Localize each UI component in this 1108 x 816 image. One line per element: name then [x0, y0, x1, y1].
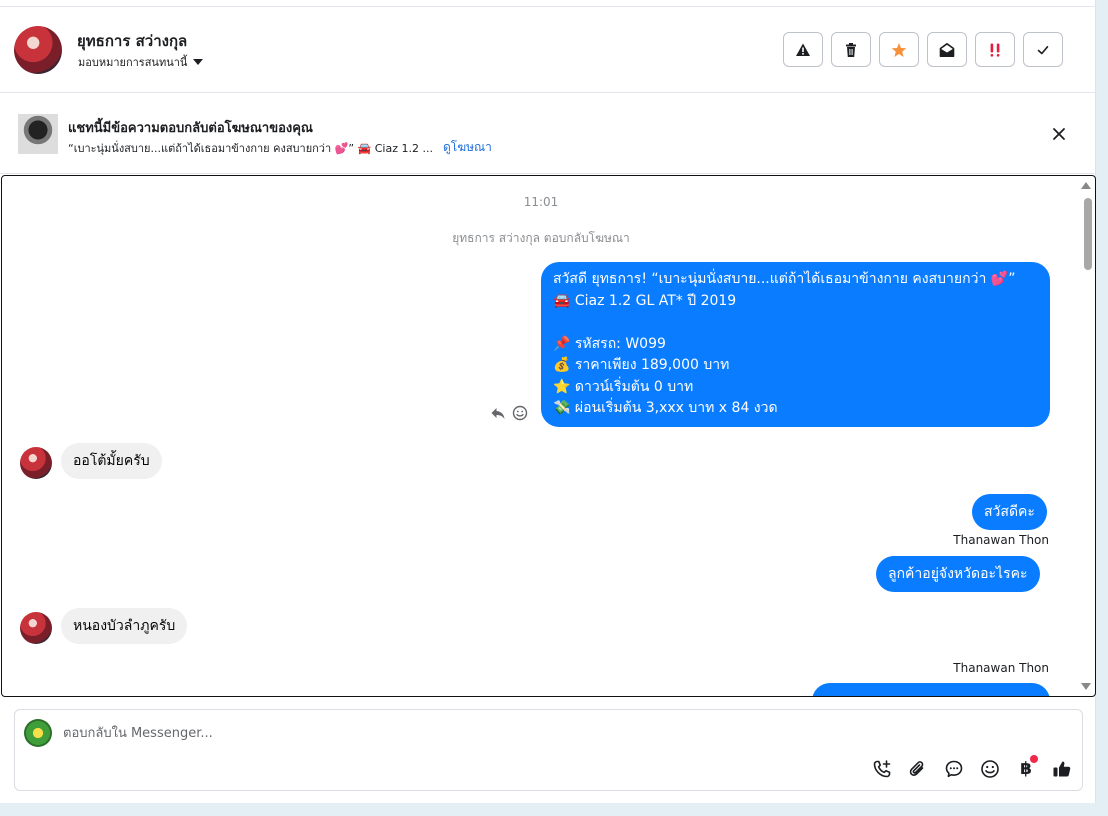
conversation-panel: ยุทธการ สว่างกุล มอบหมายการสนทนานี้ แชทน… — [0, 0, 1096, 803]
call-add-icon — [873, 760, 891, 778]
call-button[interactable] — [871, 758, 893, 780]
ad-banner-title: แชทนี้มีข้อความตอบกลับต่อโฆษณาของคุณ — [68, 121, 313, 136]
baht-payment-icon: ฿ — [1020, 759, 1032, 779]
attach-icon — [909, 761, 924, 776]
ad-banner-subtitle: “เบาะนุ่มนั่งสบาย...แต่ถ้าได้เธอมาข้างกา… — [68, 138, 492, 157]
mark-done-button[interactable] — [1023, 32, 1063, 67]
payment-button[interactable]: ฿ — [1015, 755, 1038, 780]
assign-label: มอบหมายการสนทนานี้ — [78, 56, 188, 69]
notification-dot — [1030, 755, 1038, 763]
attach-button[interactable] — [907, 758, 929, 780]
mark-unread-button[interactable] — [927, 32, 967, 67]
contact-avatar-small[interactable] — [20, 612, 52, 644]
ad-reply-banner: แชทนี้มีข้อความตอบกลับต่อโฆษณาของคุณ “เบ… — [0, 94, 1096, 174]
mark-spam-button[interactable] — [783, 32, 823, 67]
like-icon — [1053, 761, 1071, 777]
message-actions — [490, 405, 528, 421]
system-note: ยุทธการ สว่างกุล ตอบกลับโฆษณา — [452, 231, 630, 245]
message-bubble-outgoing[interactable]: สวัสดีคะ — [972, 494, 1047, 530]
emoji-button[interactable] — [979, 758, 1001, 780]
mail-open-icon — [939, 42, 955, 57]
conversation-header: ยุทธการ สว่างกุล มอบหมายการสนทนานี้ — [0, 7, 1096, 93]
assign-conversation[interactable]: มอบหมายการสนทนานี้ — [78, 53, 204, 71]
delete-button[interactable] — [831, 32, 871, 67]
reply-input[interactable] — [63, 723, 863, 743]
star-button[interactable] — [879, 32, 919, 67]
like-button[interactable] — [1051, 758, 1073, 780]
emoji-icon — [981, 760, 999, 778]
message-thread[interactable]: 11:01 ยุทธการ สว่างกุล ตอบกลับโฆษณา สวัส… — [1, 175, 1096, 697]
sender-name: Thanawan Thon — [953, 661, 1049, 675]
scroll-down-arrow[interactable] — [1081, 683, 1091, 690]
star-icon — [891, 42, 907, 57]
react-emoji-icon[interactable] — [512, 405, 528, 421]
view-ad-link[interactable]: ดูโฆษณา — [443, 138, 492, 157]
ad-preview-text: “เบาะนุ่มนั่งสบาย...แต่ถ้าได้เธอมาข้างกา… — [68, 141, 433, 155]
contact-avatar[interactable] — [14, 26, 62, 74]
spam-icon — [796, 43, 810, 56]
reply-composer: ฿ — [14, 709, 1083, 791]
message-bubble-outgoing[interactable]: สวัสดี ยุทธการ! “เบาะนุ่มนั่งสบาย...แต่ถ… — [541, 262, 1050, 427]
composer-tools: ฿ — [871, 755, 1073, 780]
priority-button[interactable] — [975, 32, 1015, 67]
reply-icon[interactable] — [490, 405, 506, 421]
scrollbar[interactable] — [1079, 176, 1095, 696]
page-avatar — [24, 719, 52, 747]
scroll-thumb[interactable] — [1084, 198, 1092, 270]
saved-replies-button[interactable] — [943, 758, 965, 780]
ad-thumbnail[interactable] — [18, 114, 58, 154]
check-icon — [1037, 45, 1049, 54]
message-bubble-incoming[interactable]: ออโต้มั้ยครับ — [61, 443, 162, 479]
message-bubble-outgoing[interactable] — [812, 683, 1050, 696]
trash-icon — [846, 42, 856, 57]
contact-name[interactable]: ยุทธการ สว่างกุล — [77, 29, 187, 53]
caret-down-icon[interactable] — [193, 59, 204, 65]
sender-name: Thanawan Thon — [953, 533, 1049, 547]
message-timestamp: 11:01 — [523, 195, 559, 209]
priority-icon — [990, 43, 1000, 57]
close-icon[interactable] — [1049, 124, 1069, 144]
message-bubble-incoming[interactable]: หนองบัวลำภูครับ — [61, 608, 188, 644]
header-actions — [783, 32, 1063, 67]
message-bubble-outgoing[interactable]: ลูกค้าอยู่จังหวัดอะไรคะ — [876, 556, 1040, 592]
scroll-up-arrow[interactable] — [1081, 182, 1091, 189]
saved-reply-icon — [945, 760, 963, 778]
contact-avatar-small[interactable] — [20, 447, 52, 479]
